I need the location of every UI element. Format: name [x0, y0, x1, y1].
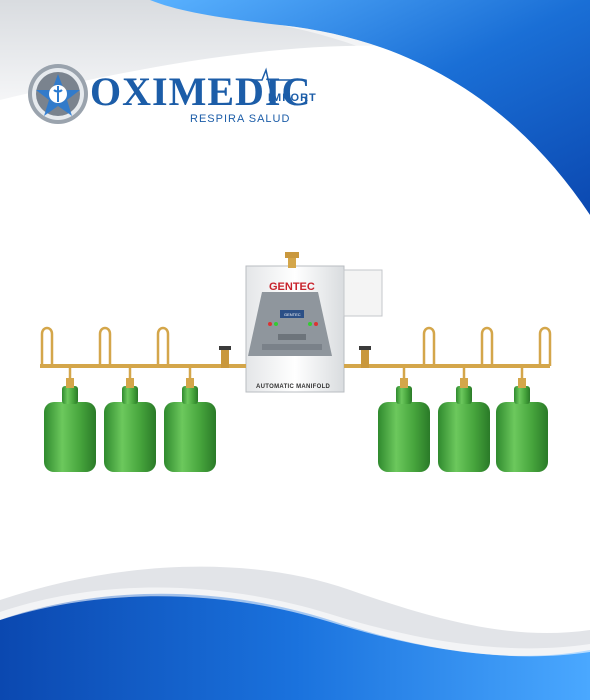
manifold-label: AUTOMATIC MANIFOLD [256, 384, 331, 390]
manifold-product-image [40, 252, 552, 472]
logo-suffix: IMPORT [268, 92, 317, 104]
logo-tagline: RESPIRA SALUD [190, 113, 291, 125]
manifold-brand: GENTEC [269, 281, 315, 293]
manifold-screen: GENTEC [284, 312, 301, 317]
